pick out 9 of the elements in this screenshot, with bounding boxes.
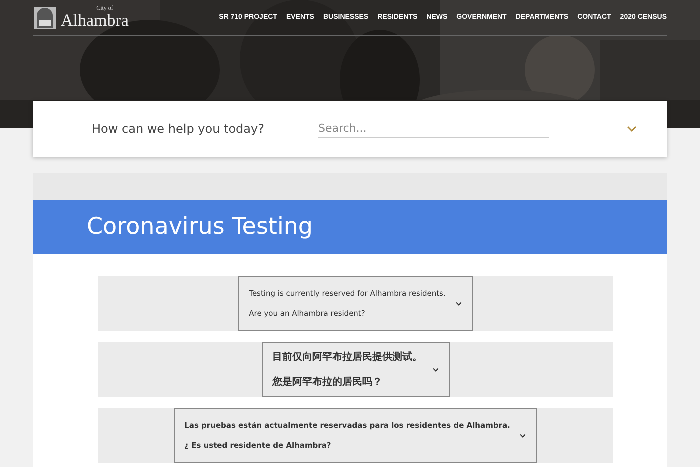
search-prompt: How can we help you today? <box>92 122 264 136</box>
chevron-down-icon <box>456 302 462 306</box>
chevron-down-icon <box>432 368 438 372</box>
logo-name: Alhambra <box>61 12 129 29</box>
page-title: Coronavirus Testing <box>87 214 314 240</box>
crest-icon <box>33 6 57 30</box>
question-dropdown[interactable]: 目前仅向阿罕布拉居民提供测试。 您是阿罕布拉的居民吗？ <box>262 342 450 397</box>
chevron-down-icon[interactable] <box>627 126 637 132</box>
chevron-down-icon <box>520 434 526 438</box>
